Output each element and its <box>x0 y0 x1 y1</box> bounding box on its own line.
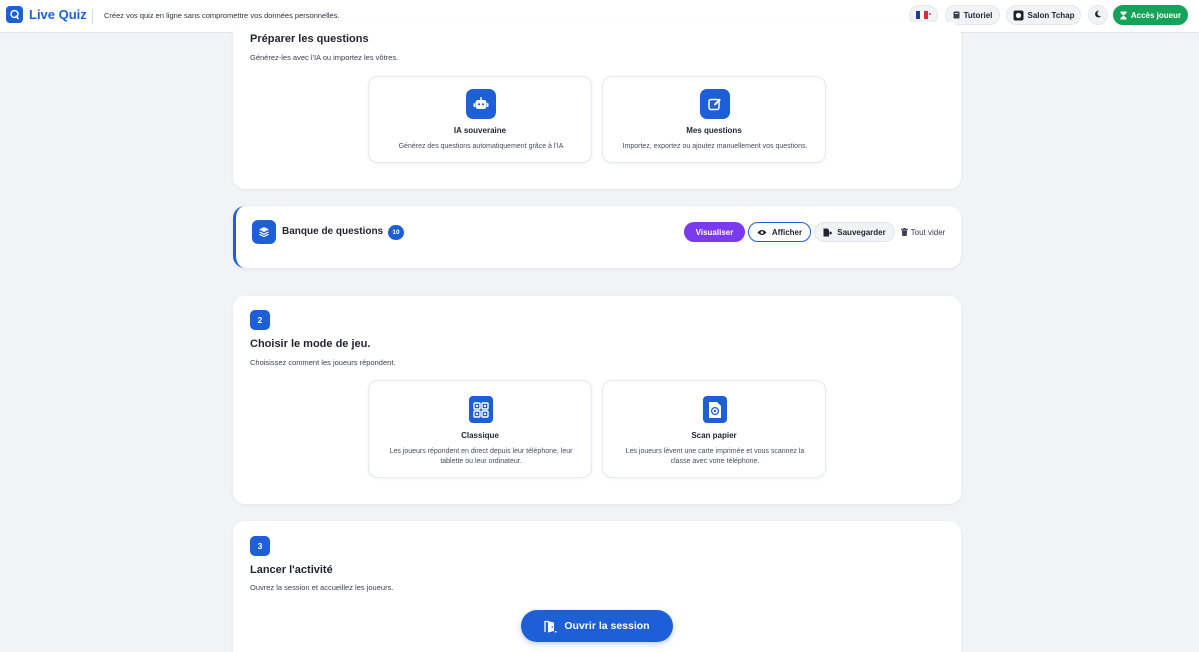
option-title: Classique <box>461 431 499 440</box>
hourglass-icon <box>1120 11 1127 20</box>
save-label: Sauvegarder <box>837 227 886 237</box>
option-description: Importez, exportez ou ajoutez manuelleme… <box>622 143 808 150</box>
app-name: Live Quiz <box>29 7 87 22</box>
question-bank-card: Banque de questions 10 Visualiser Affich… <box>233 206 961 268</box>
visualize-label: Visualiser <box>695 227 734 237</box>
app-tagline: Créez vos quiz en ligne sans compromettr… <box>104 11 340 20</box>
door-open-icon <box>544 620 558 633</box>
open-session-button[interactable]: Ouvrir la session <box>521 610 673 642</box>
option-title: IA souveraine <box>453 126 507 135</box>
option-title: Mes questions <box>686 126 742 135</box>
layers-icon <box>252 220 276 244</box>
prepare-questions-card: Préparer les questions Générez-les avec … <box>233 22 961 189</box>
show-button[interactable]: Afficher <box>748 222 811 242</box>
file-export-icon <box>823 228 833 237</box>
option-description: Générez des questions automatiquement gr… <box>398 143 564 150</box>
tutorial-label: Tutoriel <box>963 10 993 20</box>
app-logo[interactable]: Live Quiz <box>6 6 87 23</box>
section-subtitle: Générez-les avec l'IA ou importez les vô… <box>250 53 399 62</box>
chevron-down-icon: • <box>928 12 932 18</box>
clear-all-button[interactable]: Tout vider <box>898 222 948 242</box>
qr-grid-icon <box>469 396 493 423</box>
salon-tchap-button[interactable]: Salon Tchap <box>1006 5 1081 25</box>
edit-icon <box>700 89 730 119</box>
ai-generation-option[interactable]: IA souveraine Générez des questions auto… <box>368 76 592 163</box>
section-subtitle: Ouvrez la session et accueillez les joue… <box>250 583 394 592</box>
quiz-logo-icon <box>6 6 23 23</box>
show-label: Afficher <box>771 227 803 237</box>
option-description: Les joueurs lèvent une carte imprimée et… <box>625 448 805 465</box>
header-divider <box>92 9 93 24</box>
dark-mode-toggle[interactable] <box>1088 5 1108 25</box>
game-mode-card: 2 Choisir le mode de jeu. Choisissez com… <box>233 296 961 504</box>
step-number-badge: 3 <box>250 536 270 556</box>
classic-mode-option[interactable]: Classique Les joueurs répondent en direc… <box>368 380 592 478</box>
section-subtitle: Choisissez comment les joueurs répondent… <box>250 358 396 367</box>
clear-all-label: Tout vider <box>910 227 946 237</box>
paper-scan-option[interactable]: Scan papier Les joueurs lèvent une carte… <box>602 380 826 478</box>
scan-card-icon <box>703 396 727 423</box>
robot-icon <box>466 89 496 119</box>
question-bank-title: Banque de questions <box>282 226 384 237</box>
french-flag-icon <box>915 11 928 19</box>
my-questions-option[interactable]: Mes questions Importez, exportez ou ajou… <box>602 76 826 163</box>
option-description: Les joueurs répondent en direct depuis l… <box>389 448 573 465</box>
save-button[interactable]: Sauvegarder <box>814 222 895 242</box>
moon-icon <box>1094 10 1102 20</box>
open-session-label: Ouvrir la session <box>564 620 650 632</box>
trash-icon <box>900 228 908 236</box>
eye-icon <box>757 229 767 236</box>
step-number-badge: 2 <box>250 310 270 330</box>
launch-activity-card: 3 Lancer l'activité Ouvrez la session et… <box>233 521 961 652</box>
player-access-button[interactable]: Accès joueur <box>1113 5 1188 25</box>
section-title: Préparer les questions <box>250 33 369 45</box>
book-icon <box>953 11 960 19</box>
visualize-button[interactable]: Visualiser <box>684 222 745 242</box>
question-count-badge: 10 <box>388 225 404 240</box>
section-title: Choisir le mode de jeu. <box>250 338 371 350</box>
salon-tchap-label: Salon Tchap <box>1027 10 1075 20</box>
player-access-label: Accès joueur <box>1130 10 1182 20</box>
option-title: Scan papier <box>691 431 737 440</box>
section-title: Lancer l'activité <box>250 564 333 576</box>
tchap-icon <box>1013 10 1024 21</box>
